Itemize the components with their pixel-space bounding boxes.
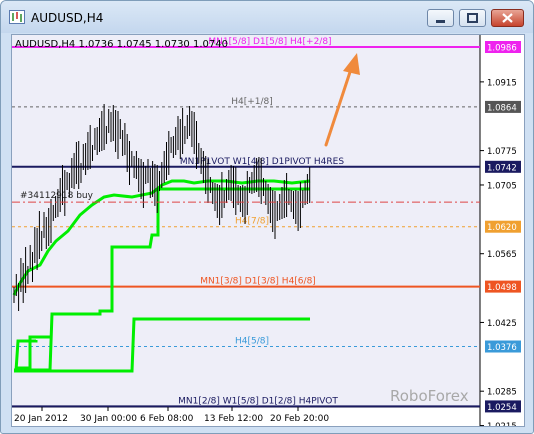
price-badge-value: 1.0742 bbox=[487, 163, 517, 173]
window-title: AUDUSD,H4 bbox=[31, 11, 104, 25]
level-label: H4[+1/8] bbox=[231, 97, 273, 107]
level-label: MN1[2/8] W1[5/8] D1[2/8] H4PIVOT bbox=[178, 396, 338, 406]
y-tick-label: 1.0425 bbox=[487, 319, 517, 329]
y-tick-label: 1.0215 bbox=[487, 422, 517, 426]
x-tick-label: 13 Feb 12:00 bbox=[204, 414, 263, 424]
order-label: #34112918 buy bbox=[20, 191, 94, 201]
chart-canvas[interactable]: MN1[5/8] D1[5/8] H4[+2/8]1.0986H4[+1/8]1… bbox=[12, 35, 524, 426]
minimize-button[interactable] bbox=[427, 9, 454, 27]
price-chart[interactable]: MN1[5/8] D1[5/8] H4[+2/8] 1.0986 H4[+1/8] 1… bbox=[11, 34, 525, 427]
chart-window: AUDUSD,H4 MN1[5/8] D1[5/8] H4[+2/8] 1.098… bbox=[0, 0, 534, 434]
minimize-icon bbox=[436, 20, 445, 23]
restore-icon bbox=[467, 13, 478, 23]
restore-button[interactable] bbox=[459, 9, 486, 27]
chart-window-icon bbox=[9, 10, 25, 24]
x-tick-label: 30 Jan 00:00 bbox=[80, 414, 137, 424]
x-tick-label: 6 Feb 08:00 bbox=[140, 414, 194, 424]
level-label: H4[7/8] bbox=[235, 217, 269, 227]
title-bar[interactable]: AUDUSD,H4 bbox=[1, 1, 533, 33]
price-badge-value: 1.0498 bbox=[487, 283, 517, 293]
close-button[interactable] bbox=[491, 9, 524, 27]
y-tick-label: 1.0285 bbox=[487, 388, 517, 398]
price-badge-value: 1.0254 bbox=[487, 403, 517, 413]
level-label: MN1[3/8] D1[3/8] H4[6/8] bbox=[200, 277, 316, 287]
y-tick-label: 1.0705 bbox=[487, 181, 517, 191]
level-label: H4[5/8] bbox=[235, 337, 269, 347]
y-tick-label: 1.0565 bbox=[487, 250, 517, 260]
price-badge-value: 1.0986 bbox=[487, 44, 517, 54]
price-badge-value: 1.0864 bbox=[487, 103, 517, 113]
price-badge-value: 1.0620 bbox=[487, 223, 517, 233]
y-tick-label: 1.0775 bbox=[487, 147, 517, 157]
watermark: RoboForex bbox=[390, 387, 469, 405]
close-icon bbox=[502, 13, 513, 23]
x-tick-label: 20 Feb 20:00 bbox=[270, 414, 329, 424]
level-label: MN1P1VOT W1[4/8] D1PIVOT H4RES bbox=[180, 157, 344, 167]
price-badge-value: 1.0376 bbox=[487, 343, 517, 353]
y-tick-label: 1.0915 bbox=[487, 78, 517, 88]
x-tick-label: 20 Jan 2012 bbox=[14, 414, 68, 424]
chart-header: AUDUSD,H4 1.0736 1.0745 1.0730 1.0740 bbox=[15, 39, 228, 50]
